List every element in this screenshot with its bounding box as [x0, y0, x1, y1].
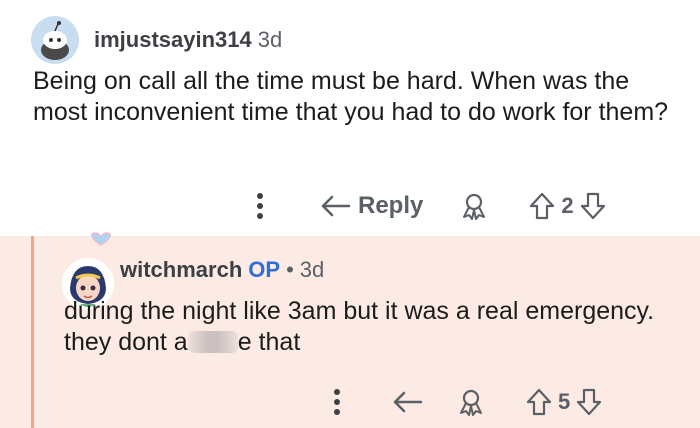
blurred-text — [187, 331, 238, 353]
op-badge: OP — [248, 257, 281, 282]
comment-body: Being on call all the time must be hard.… — [33, 67, 669, 126]
comment-actions: Reply 2 — [240, 188, 608, 224]
more-vertical-icon — [334, 389, 340, 415]
reply-meta: witchmarch OP • 3d — [120, 257, 324, 283]
username[interactable]: imjustsayin314 — [94, 27, 252, 52]
username[interactable]: witchmarch — [120, 257, 242, 282]
vote-count: 5 — [558, 389, 571, 414]
reply-age: 3d — [299, 257, 325, 282]
award-button[interactable] — [459, 191, 489, 221]
reply-button[interactable]: Reply — [320, 192, 423, 220]
reply-text-end: e that — [237, 328, 301, 356]
downvote-icon[interactable] — [578, 191, 608, 221]
more-vertical-icon — [257, 193, 263, 219]
thread-line[interactable] — [31, 236, 34, 428]
avatar[interactable] — [31, 16, 79, 64]
more-options-button[interactable] — [322, 388, 352, 416]
award-button[interactable] — [456, 387, 486, 417]
reply-arrow-icon — [321, 195, 351, 217]
upvote-icon[interactable] — [527, 191, 557, 221]
trans-heart-icon — [91, 232, 111, 246]
comment: imjustsayin314 3d Being on call all the t… — [0, 0, 700, 236]
separator-dot: • — [286, 257, 294, 282]
comment-age: 3d — [257, 27, 283, 52]
reply-label: Reply — [358, 192, 424, 219]
vote-controls: 2 — [527, 191, 607, 221]
reply-actions: 5 — [322, 384, 604, 420]
reply-arrow-icon — [393, 391, 423, 413]
reply-button[interactable] — [392, 389, 424, 415]
award-icon — [460, 389, 482, 416]
upvote-icon[interactable] — [524, 387, 554, 417]
comment-meta: imjustsayin314 3d — [94, 27, 282, 53]
vote-controls: 5 — [524, 387, 604, 417]
snoo-avatar-icon — [41, 21, 69, 60]
vote-count: 2 — [561, 193, 574, 218]
more-options-button[interactable] — [240, 192, 280, 220]
downvote-icon[interactable] — [574, 387, 604, 417]
award-icon — [463, 193, 486, 220]
reply-body: during the night like 3am but it was a r… — [64, 296, 674, 358]
reply-text-start: during the night like 3am but it was a r… — [64, 297, 655, 356]
